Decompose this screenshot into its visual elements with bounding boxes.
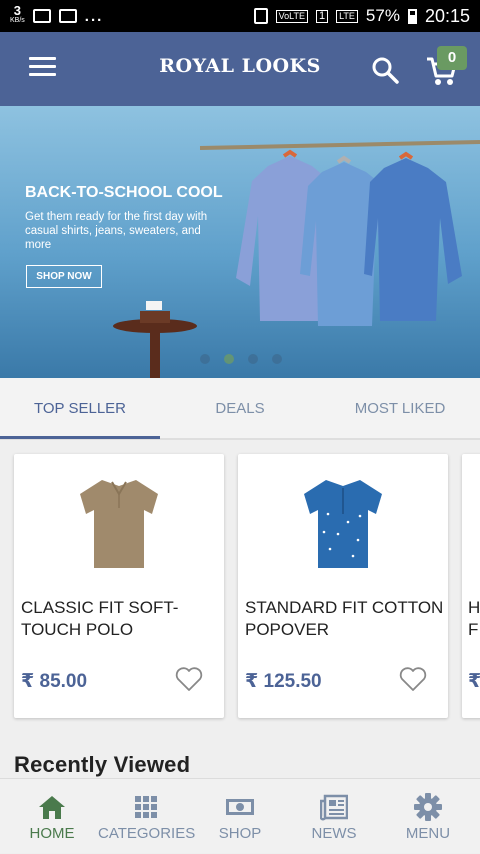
battery-icon (407, 8, 417, 24)
product-image-popover (304, 480, 382, 568)
nav-shop[interactable]: SHOP (192, 779, 288, 854)
shirt-3 (364, 151, 462, 321)
carousel-dot[interactable] (200, 354, 210, 364)
product-name: Standard Fit Cotton Popover (245, 598, 444, 639)
banner-description: Get them ready for the first day with ca… (25, 211, 208, 251)
newspaper-icon (320, 794, 348, 821)
nav-news[interactable]: NEWS (286, 779, 382, 854)
hamburger-menu-icon[interactable] (29, 57, 56, 77)
battery-percent: 57% (365, 6, 400, 25)
active-tab-indicator (0, 436, 160, 439)
nav-categories[interactable]: CATEGORIES (98, 779, 196, 854)
carousel-dot[interactable] (248, 354, 258, 364)
product-name: Classic Fit Soft-Touch Polo (21, 598, 179, 639)
app-bar: ROYAL LOOKS (0, 32, 480, 106)
status-bar: 3 KB/s ... VoLTE 1 LTE 57% 20:15 (0, 0, 480, 32)
clock: 20:15 (424, 5, 470, 26)
promo-banner[interactable]: BACK-TO-SCHOOL COOL Get them ready for t… (0, 106, 480, 378)
product-card[interactable]: Classic Fit Soft-Touch Polo ₹ 85.00 (14, 454, 224, 718)
gallery-notification-icon (32, 9, 51, 23)
heart-icon[interactable] (399, 666, 427, 692)
tab-top-seller[interactable]: TOP SELLER (0, 378, 160, 440)
bottom-navigation: HOME CATEGORIES SHOP NEWS MENU (0, 778, 480, 853)
product-price: ₹ 85.00 (21, 671, 88, 692)
banner-title: BACK-TO-SCHOOL COOL (25, 184, 223, 201)
carousel-dot[interactable] (272, 354, 282, 364)
side-table (113, 301, 197, 378)
gear-icon (414, 793, 442, 821)
recently-viewed-heading: Recently Viewed (14, 752, 191, 777)
tab-most-liked[interactable]: MOST LIKED (320, 378, 480, 440)
more-notifications: ... (84, 7, 104, 25)
alarm-icon (253, 8, 268, 24)
message-notification-icon (58, 9, 77, 23)
carousel-dot-active[interactable] (224, 354, 234, 364)
product-card-partial[interactable]: H F ₹ (462, 454, 480, 718)
product-carousel[interactable]: Classic Fit Soft-Touch Polo ₹ 85.00 Stan… (0, 440, 480, 740)
tab-deals[interactable]: DEALS (160, 378, 320, 440)
nav-label: CATEGORIES (98, 825, 196, 842)
product-price: ₹ 125.50 (245, 671, 322, 692)
money-icon (226, 799, 254, 815)
carousel-dots (200, 354, 282, 364)
product-image-polo (80, 480, 158, 568)
product-card[interactable]: Standard Fit Cotton Popover ₹ 125.50 (238, 454, 448, 718)
nav-home[interactable]: HOME (4, 779, 100, 854)
brand-logo: ROYAL LOOKS (159, 55, 321, 77)
grid-icon (135, 796, 157, 818)
heart-icon[interactable] (175, 666, 203, 692)
lte-icon: LTE (336, 9, 358, 23)
cart-count-badge: 0 (437, 46, 467, 70)
status-right: VoLTE 1 LTE 57% 20:15 (253, 5, 470, 27)
nav-label: HOME (29, 825, 75, 842)
sim-icon: 1 (315, 9, 329, 23)
nav-label: NEWS (311, 825, 357, 842)
home-icon (39, 796, 65, 819)
product-name: H F (468, 598, 480, 639)
nav-menu[interactable]: MENU (380, 779, 476, 854)
search-icon[interactable] (371, 56, 399, 84)
product-tabs: TOP SELLER DEALS MOST LIKED (0, 378, 480, 440)
nav-label: SHOP (218, 825, 262, 842)
network-speed: 3 KB/s (10, 3, 25, 24)
nav-label: MENU (405, 825, 451, 842)
shop-now-button[interactable]: SHOP NOW (26, 265, 102, 288)
volte-icon: VoLTE (275, 9, 308, 23)
status-left: 3 KB/s ... (10, 3, 104, 26)
product-price: ₹ (468, 671, 480, 692)
